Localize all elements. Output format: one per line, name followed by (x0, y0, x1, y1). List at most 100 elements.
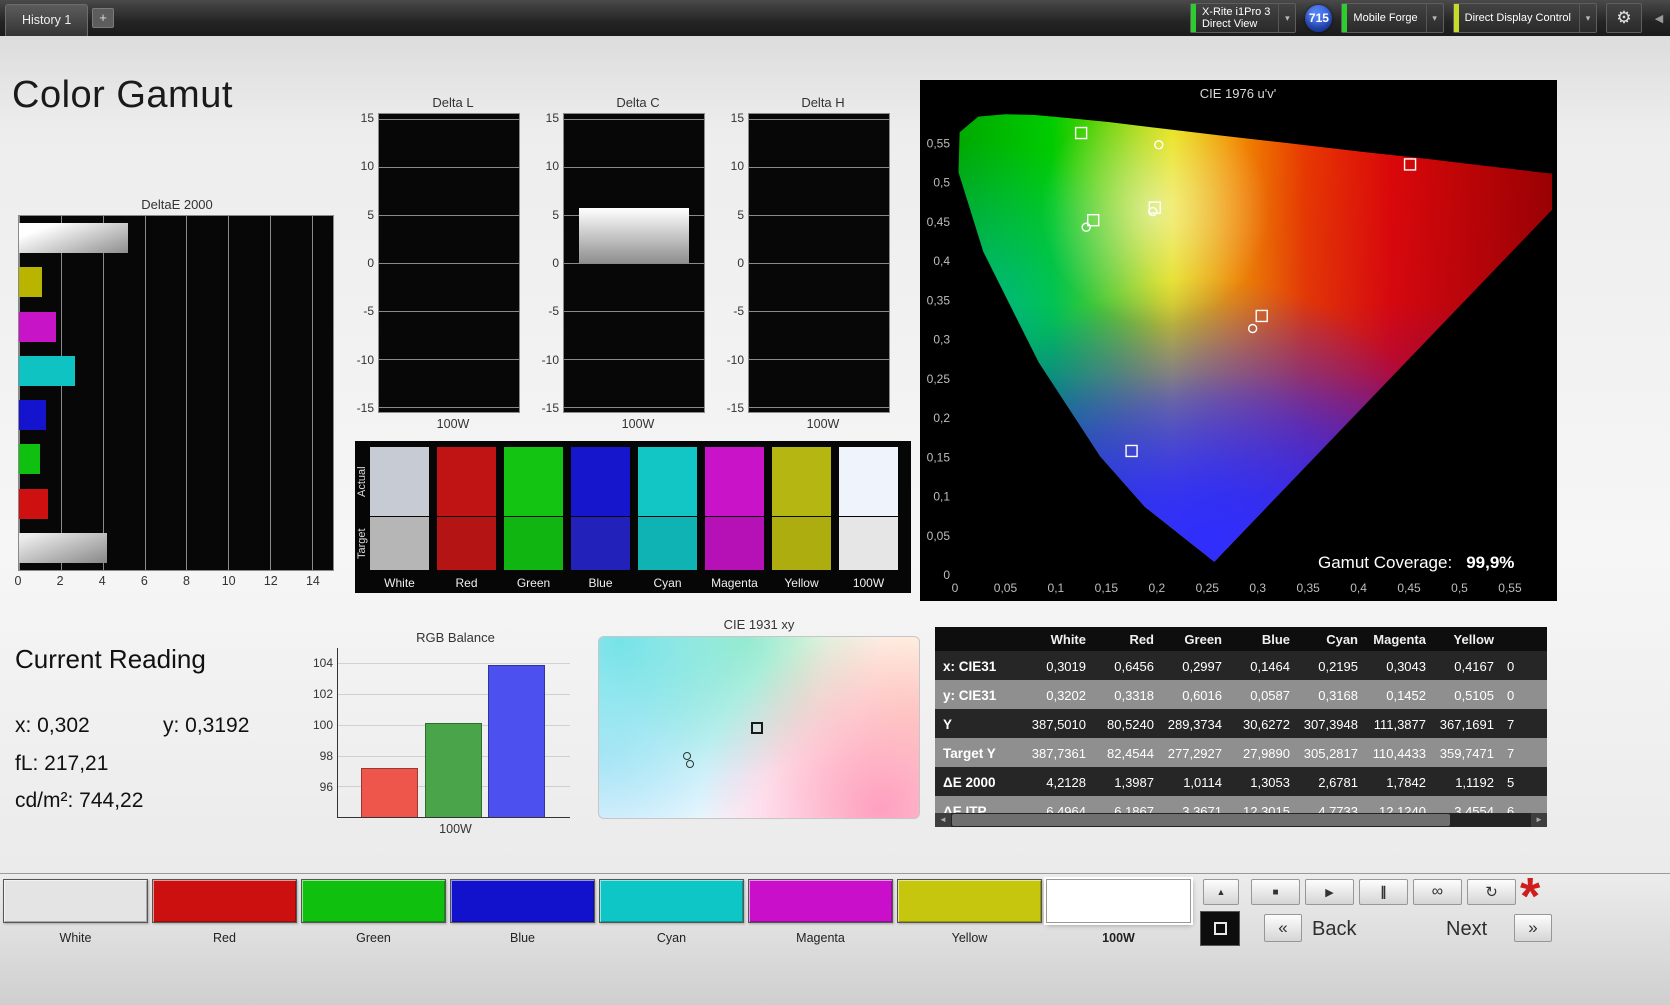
app-root: History 1 + X-Rite i1Pro 3 Direct View ▾… (0, 0, 1670, 1005)
y-tick-label: 5 (552, 208, 559, 222)
table-row: ΔE ITP6,49646,18673,367112,30154,773312,… (935, 796, 1547, 813)
next-button[interactable]: Next (1446, 918, 1487, 941)
swatch-actual-white (370, 447, 429, 516)
cell-value: 3,3671 (1161, 796, 1229, 813)
table-row: Target Y387,736182,4544277,292727,989030… (935, 738, 1547, 767)
y-axis: 151050-5-10-15 (352, 113, 378, 413)
continuous-measure-button[interactable]: ∞ (1413, 879, 1462, 905)
swatch-target-yellow (772, 517, 831, 570)
grid-line (186, 216, 187, 570)
previous-page-button[interactable]: « (1264, 914, 1302, 942)
pause-button[interactable]: ∥ (1359, 879, 1408, 905)
cell-value: 0,2195 (1297, 651, 1365, 680)
swatch-column-green: Green (504, 447, 563, 590)
cell-value: 1,3053 (1229, 767, 1297, 796)
swatch-actual-yellow (772, 447, 831, 516)
cell-value: 4,7733 (1297, 796, 1365, 813)
cell-value: 0,3019 (1025, 651, 1093, 680)
add-tab-button[interactable]: + (92, 8, 114, 28)
patch-100w[interactable]: 100W (1046, 879, 1191, 945)
column-header-yellow: Yellow (1433, 627, 1501, 651)
cell-value: 6,1867 (1093, 796, 1161, 813)
plot-area (598, 636, 920, 819)
swatch-actual-blue (571, 447, 630, 516)
x-tick-label: 8 (183, 574, 190, 588)
rgb-balance-chart: RGB Balance 9698100102104 100W (312, 630, 574, 836)
cell-value: 6,4964 (1025, 796, 1093, 813)
play-button[interactable]: ▶ (1305, 879, 1354, 905)
chart-title: CIE 1976 u'v' (1200, 86, 1277, 101)
patch-label: Cyan (599, 931, 744, 945)
meter-selector[interactable]: X-Rite i1Pro 3 Direct View ▾ (1190, 3, 1296, 33)
table-row: ΔE 20004,21281,39871,01141,30532,67811,7… (935, 767, 1547, 796)
meter-mode: Direct View (1202, 18, 1270, 31)
grid-line (749, 407, 889, 408)
source-selector[interactable]: Mobile Forge ▾ (1341, 3, 1443, 33)
y-tick-label: 5 (367, 208, 374, 222)
plot-area (378, 113, 520, 413)
next-page-button[interactable]: » (1514, 914, 1552, 942)
y-tick-label: 15 (731, 111, 744, 125)
meter-reading-badge: 715 (1305, 5, 1332, 32)
row-label: ΔE 2000 (935, 767, 1025, 796)
x-axis-label: 100W (337, 822, 574, 836)
swatch-label: 100W (839, 576, 898, 590)
tab-history-1[interactable]: History 1 (5, 4, 88, 36)
target-row-label: Target (356, 517, 370, 570)
chart-title: DeltaE 2000 (18, 197, 336, 213)
repeat-button[interactable]: ↻ (1467, 879, 1516, 905)
meter-status-indicator (1191, 4, 1196, 32)
patch-green[interactable]: Green (301, 879, 446, 945)
row-label: Target Y (935, 738, 1025, 767)
scrollbar-thumb[interactable] (952, 814, 1450, 826)
chevron-down-icon[interactable]: ▾ (1278, 4, 1295, 32)
cell-value: 0,1464 (1229, 651, 1297, 680)
current-reading-panel: Current Reading x: 0,302 y: 0,3192 fL: 2… (15, 644, 325, 834)
column-header-white: White (1025, 627, 1093, 651)
pattern-window-button[interactable] (1200, 911, 1240, 946)
patch-swatch (748, 879, 893, 923)
scroll-left-button[interactable]: ◄ (935, 813, 951, 827)
expand-up-button[interactable]: ▲ (1203, 879, 1239, 905)
patch-red[interactable]: Red (152, 879, 297, 945)
reading-y: y: 0,3192 (163, 714, 249, 738)
bar-magenta (19, 312, 56, 342)
patch-cyan[interactable]: Cyan (599, 879, 744, 945)
source-name: Mobile Forge (1353, 12, 1425, 24)
column-header-green: Green (1161, 627, 1229, 651)
chevron-down-icon[interactable]: ▾ (1426, 4, 1443, 32)
table-horizontal-scrollbar[interactable]: ◄ ► (935, 813, 1547, 827)
back-button[interactable]: Back (1312, 918, 1356, 941)
patch-label: Yellow (897, 931, 1042, 945)
patch-blue[interactable]: Blue (450, 879, 595, 945)
patch-yellow[interactable]: Yellow (897, 879, 1042, 945)
cell-value: 0,3202 (1025, 680, 1093, 709)
cie-1976-svg: CIE 1976 u'v' 00,050,10,150,20,250,30,35… (920, 80, 1557, 601)
grid-line (379, 407, 519, 408)
cell-value: 0,5105 (1433, 680, 1501, 709)
bar-blue (19, 400, 46, 430)
grid-line (749, 167, 889, 168)
swatch-actual-100w (839, 447, 898, 516)
patch-swatch (301, 879, 446, 923)
x-tick-label: 2 (57, 574, 64, 588)
display-control-selector[interactable]: Direct Display Control ▾ (1453, 3, 1597, 33)
patch-white[interactable]: White (3, 879, 148, 945)
chevron-down-icon[interactable]: ▾ (1579, 4, 1596, 32)
x-tick-label: 0 (952, 581, 959, 595)
current-reading-heading: Current Reading (15, 644, 325, 675)
patch-magenta[interactable]: Magenta (748, 879, 893, 945)
grid-line (228, 216, 229, 570)
y-tick-label: -15 (357, 401, 374, 415)
swatch-actual-red (437, 447, 496, 516)
x-tick-label: 0,3 (1249, 581, 1266, 595)
stop-button[interactable]: ■ (1251, 879, 1300, 905)
swatch-grid: WhiteRedGreenBlueCyanMagentaYellow100W (370, 447, 898, 590)
settings-button[interactable]: ⚙ (1606, 3, 1642, 33)
cell-value: 27,9890 (1229, 738, 1297, 767)
grid-line (749, 359, 889, 360)
collapse-panel-button[interactable]: ◀ (1651, 12, 1667, 25)
scroll-right-button[interactable]: ► (1531, 813, 1547, 827)
x-tick-label: 0 (15, 574, 22, 588)
grid-line (379, 119, 519, 120)
